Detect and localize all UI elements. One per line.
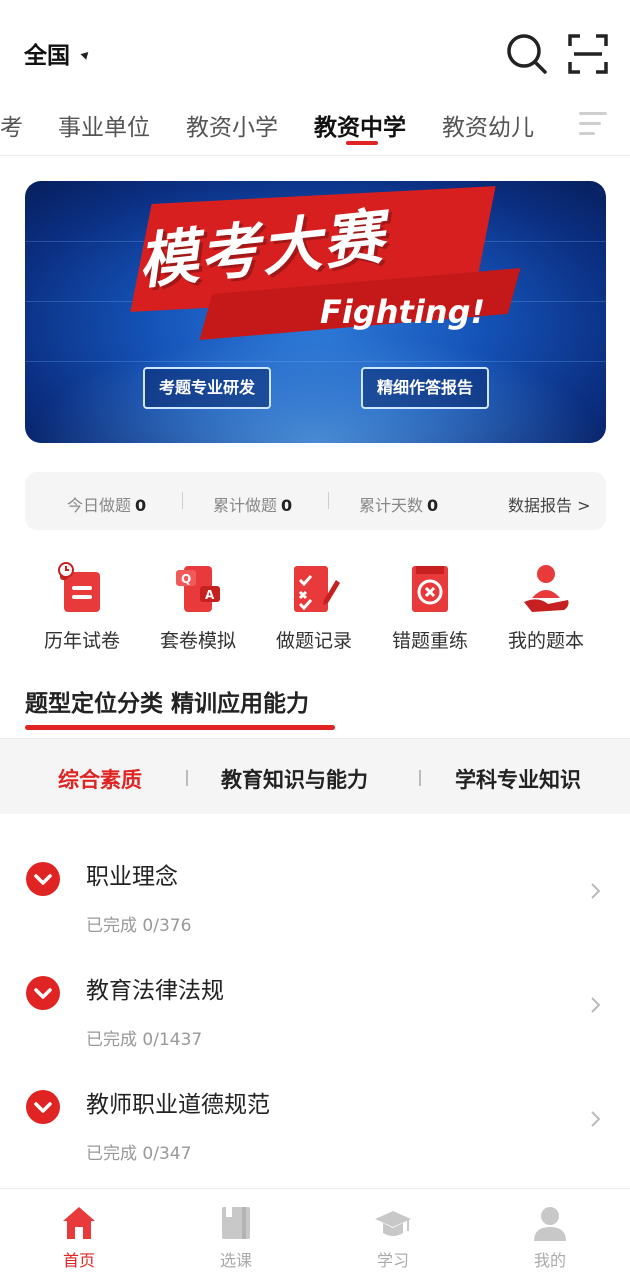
expand-icon[interactable] [26, 1090, 60, 1124]
section-title: 题型定位分类 精训应用能力 [25, 691, 310, 717]
banner-tag-right: 精细作答报告 [361, 367, 490, 409]
nav-label: 选课 [219, 1251, 252, 1270]
stat-total-label: 累计做题 [213, 496, 278, 515]
topic-item[interactable]: 职业理念 已完成 0/376 [0, 845, 630, 959]
region-selector[interactable]: 全国 [24, 36, 92, 70]
tab-jiaozi-xiaoxue[interactable]: 教资小学 [186, 108, 278, 142]
shortcut-grid: 历年试卷 Q A 套卷模拟 做题记录 错题重练 我的题本 [0, 560, 630, 660]
topic-progress: 已完成 0/1437 [86, 1030, 203, 1050]
subtab-divider [186, 770, 188, 786]
user-icon [534, 1207, 566, 1241]
tab-kao[interactable]: 考 [0, 108, 23, 142]
stat-days-value: 0 [427, 496, 439, 515]
topic-item[interactable]: 教育法律法规 已完成 0/1437 [0, 959, 630, 1073]
topic-name: 教师职业道德规范 [86, 1092, 270, 1118]
subtab-zonghe-suzhi[interactable]: 综合素质 [58, 764, 142, 794]
active-tab-indicator [346, 141, 378, 145]
stat-today-value: 0 [135, 496, 147, 515]
shortcut-practice-record[interactable]: 做题记录 [256, 560, 372, 653]
topic-item[interactable]: 教师职业道德规范 已完成 0/347 [0, 1073, 630, 1187]
chevron-right-icon [591, 883, 601, 899]
bottom-nav: 首页 选课 学习 我的 [0, 1188, 630, 1280]
stat-total-value: 0 [281, 496, 293, 515]
book-icon [222, 1207, 250, 1239]
shortcut-wrong-retry[interactable]: 错题重练 [372, 560, 488, 653]
svg-text:Q: Q [181, 572, 191, 586]
nav-study[interactable]: 学习 [353, 1203, 433, 1271]
category-tabs: 考 事业单位 教资小学 教资中学 教资幼儿 [0, 100, 630, 156]
scan-button[interactable] [566, 32, 610, 76]
subtab-divider [419, 770, 421, 786]
menu-icon-line [579, 132, 595, 135]
subject-tabs: 综合素质 教育知识与能力 学科专业知识 [0, 738, 630, 814]
stat-today-label: 今日做题 [67, 496, 132, 515]
shortcut-my-questions[interactable]: 我的题本 [488, 560, 604, 653]
expand-icon[interactable] [26, 976, 60, 1010]
search-icon [507, 34, 547, 74]
shortcut-label: 我的题本 [507, 630, 584, 652]
menu-icon-line [579, 122, 601, 125]
caret-down-icon [80, 49, 92, 60]
nav-label: 学习 [376, 1251, 409, 1270]
stat-today: 今日做题 0 [67, 492, 146, 516]
data-report-link[interactable]: 数据报告 > [508, 492, 591, 516]
tabs-menu-button[interactable] [565, 102, 621, 146]
top-bar: 全国 [0, 0, 630, 100]
chevron-down-icon [34, 874, 52, 885]
nav-home[interactable]: 首页 [39, 1203, 119, 1271]
search-button[interactable] [505, 32, 549, 76]
shortcut-past-papers[interactable]: 历年试卷 [24, 560, 140, 653]
banner-tag-left: 考题专业研发 [143, 367, 272, 409]
checklist-pen-icon [294, 566, 340, 612]
expand-icon[interactable] [26, 862, 60, 896]
section-title-underline [25, 725, 335, 730]
nav-label: 首页 [62, 1251, 95, 1270]
stat-days-label: 累计天数 [359, 496, 424, 515]
banner-glow [25, 331, 606, 443]
tab-jiaozi-zhongxue[interactable]: 教资中学 [314, 108, 406, 142]
promo-banner[interactable]: 模考大赛 Fighting! 考题专业研发 精细作答报告 [25, 181, 606, 443]
nav-courses[interactable]: 选课 [196, 1203, 276, 1271]
stat-divider [328, 492, 329, 509]
stat-days: 累计天数 0 [359, 492, 438, 516]
menu-icon [579, 112, 607, 115]
shortcut-label: 历年试卷 [43, 630, 120, 652]
tab-jiaozi-youer[interactable]: 教资幼儿 [442, 108, 534, 142]
home-icon [63, 1207, 95, 1239]
retry-book-icon [412, 566, 448, 612]
chevron-right-icon [591, 1111, 601, 1127]
shortcut-label: 做题记录 [275, 630, 352, 652]
topic-name: 教育法律法规 [86, 978, 224, 1004]
shortcut-mock-exam[interactable]: Q A 套卷模拟 [140, 560, 256, 653]
scan-icon [568, 34, 608, 74]
stats-bar: 今日做题 0 累计做题 0 累计天数 0 数据报告 > [25, 472, 606, 530]
stat-total: 累计做题 0 [213, 492, 292, 516]
person-hand-icon [524, 565, 569, 612]
region-label: 全国 [24, 43, 70, 69]
svg-text:A: A [205, 588, 215, 602]
chevron-right-icon [591, 997, 601, 1013]
subtab-jiaoyu-zhishi[interactable]: 教育知识与能力 [221, 764, 368, 794]
subtab-xueke-zhishi[interactable]: 学科专业知识 [455, 764, 581, 794]
topic-progress: 已完成 0/347 [86, 1144, 192, 1164]
chevron-down-icon [34, 1102, 52, 1113]
tab-shiye[interactable]: 事业单位 [58, 108, 150, 142]
nav-label: 我的 [533, 1251, 566, 1270]
scroll-clock-icon [58, 562, 100, 612]
shortcut-label: 错题重练 [391, 630, 468, 652]
chevron-down-icon [34, 988, 52, 999]
topic-progress: 已完成 0/376 [86, 916, 192, 936]
shortcut-label: 套卷模拟 [159, 630, 236, 652]
graduation-cap-icon [375, 1211, 411, 1236]
stat-divider [182, 492, 183, 509]
qa-phone-icon: Q A [176, 566, 220, 612]
nav-profile[interactable]: 我的 [510, 1203, 590, 1271]
topic-name: 职业理念 [86, 864, 178, 890]
banner-slogan: Fighting! [320, 293, 486, 331]
